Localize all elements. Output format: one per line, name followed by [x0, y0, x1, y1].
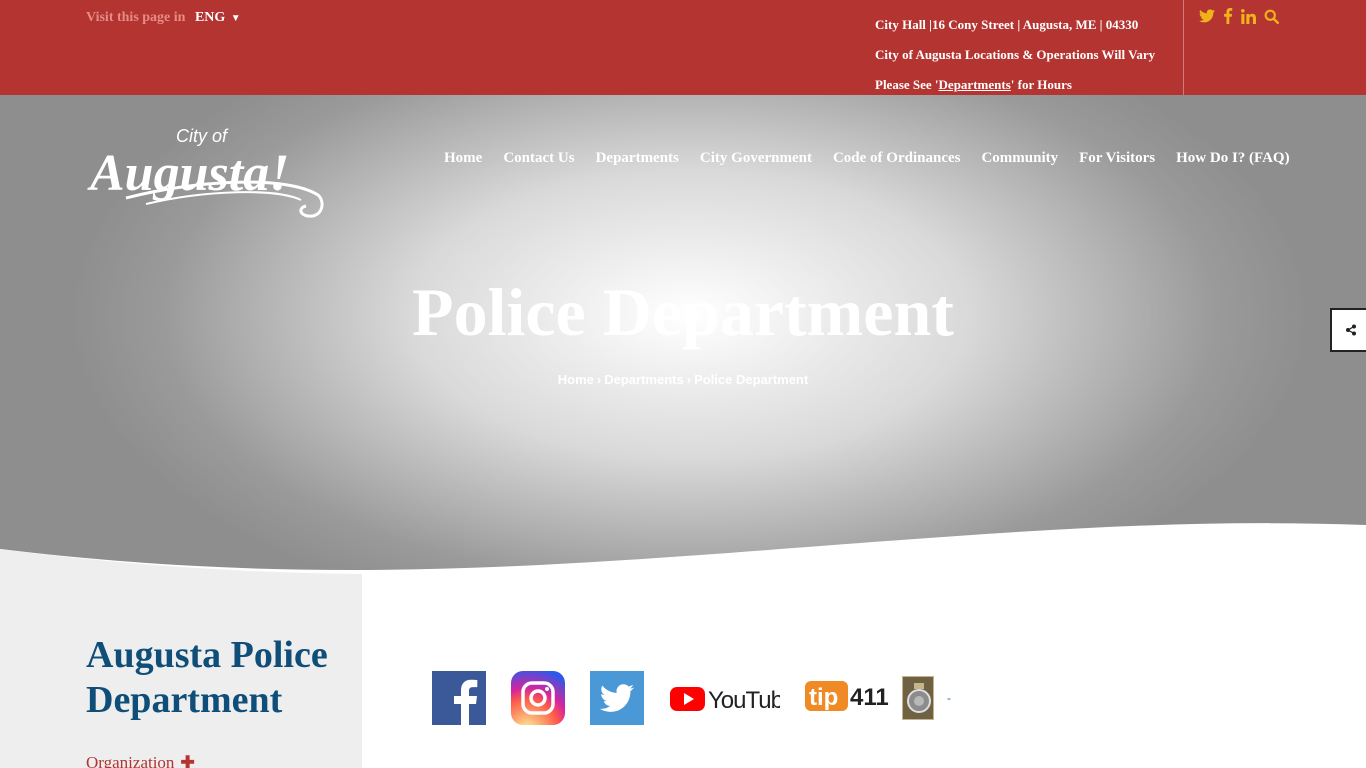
top-icons	[1199, 8, 1279, 29]
trailing-link[interactable]: -	[947, 691, 951, 705]
breadcrumb-separator: ›	[686, 372, 692, 387]
visit-label: Visit this page in	[86, 10, 186, 25]
main-nav: Home Contact Us Departments City Governm…	[444, 150, 1290, 167]
search-icon[interactable]	[1264, 9, 1279, 29]
nav-for-visitors[interactable]: For Visitors	[1079, 150, 1155, 167]
youtube-link[interactable]: YouTube	[670, 685, 797, 714]
hours-prefix: Please See '	[875, 77, 939, 92]
breadcrumb: Home › Departments › Police Department	[0, 372, 1366, 387]
share-icon	[1346, 324, 1356, 336]
breadcrumb-current: Police Department	[694, 372, 809, 387]
augusta-logo[interactable]: City of Augusta!	[86, 120, 326, 220]
breadcrumb-departments[interactable]: Departments	[604, 372, 683, 387]
address-text: City Hall |16 Cony Street | Augusta, ME …	[875, 17, 1139, 32]
sidebar-item-organization[interactable]: Organization ✚	[86, 753, 195, 768]
tip411-tip-text: tip	[809, 684, 838, 711]
sidebar-title: Augusta Police Department	[86, 634, 328, 721]
breadcrumb-separator: ›	[596, 372, 602, 387]
nav-departments[interactable]: Departments	[596, 150, 679, 167]
twitter-icon[interactable]	[1199, 9, 1215, 28]
facebook-icon[interactable]	[1223, 8, 1233, 29]
top-divider	[1183, 0, 1184, 95]
hero-wave	[0, 523, 1366, 575]
nav-how-do-i[interactable]: How Do I? (FAQ)	[1176, 150, 1289, 167]
top-bar: Visit this page in ENG ▼ City Hall |16 C…	[0, 0, 1366, 95]
plus-icon[interactable]: ✚	[180, 753, 194, 768]
breadcrumb-home[interactable]: Home	[558, 372, 594, 387]
sidebar-item-label: Organization	[86, 753, 175, 768]
instagram-link[interactable]	[511, 671, 565, 725]
nav-code-of-ordinances[interactable]: Code of Ordinances	[833, 150, 961, 167]
twitter-logo-icon	[599, 684, 634, 712]
instagram-logo-icon	[521, 681, 555, 715]
nav-community[interactable]: Community	[981, 150, 1058, 167]
hours-suffix: ' for Hours	[1010, 77, 1072, 92]
tip411-number-text: 411	[850, 684, 889, 711]
caret-down-icon[interactable]: ▼	[231, 13, 241, 24]
nav-city-government[interactable]: City Government	[700, 150, 812, 167]
contact-info: City Hall |16 Cony Street | Augusta, ME …	[875, 10, 1155, 100]
nav-home[interactable]: Home	[444, 150, 482, 167]
police-badge-icon[interactable]	[902, 676, 934, 720]
nav-contact-us[interactable]: Contact Us	[503, 150, 574, 167]
language-code[interactable]: ENG	[195, 10, 225, 25]
svg-text:City of: City of	[176, 126, 229, 146]
linkedin-icon[interactable]	[1241, 8, 1256, 29]
departments-link[interactable]: Departments	[939, 77, 1011, 92]
sidebar: Augusta Police Department Organization ✚	[0, 575, 362, 768]
page-title: Police Department	[412, 274, 954, 350]
notice-text: City of Augusta Locations & Operations W…	[875, 47, 1156, 62]
facebook-logo-icon	[454, 679, 478, 725]
tip411-link[interactable]: tip 411	[805, 679, 893, 713]
facebook-link[interactable]	[432, 671, 486, 725]
twitter-link[interactable]	[590, 671, 644, 725]
svg-text:Augusta!: Augusta!	[87, 145, 289, 202]
hero-banner: City of Augusta! Home Contact Us Departm…	[0, 95, 1366, 575]
youtube-wordmark: YouTube	[708, 687, 780, 713]
language-selector[interactable]: Visit this page in ENG ▼	[86, 10, 241, 26]
share-button[interactable]	[1330, 308, 1366, 352]
